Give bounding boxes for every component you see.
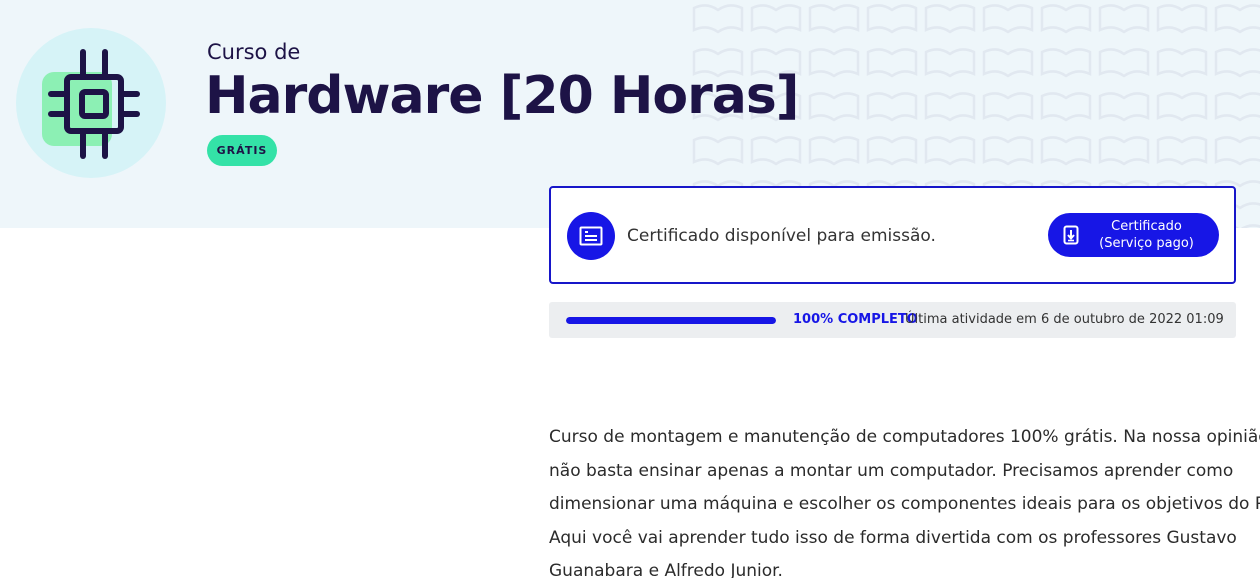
certificate-button[interactable]: Certificado (Serviço pago) xyxy=(1048,213,1219,257)
certificate-button-label: Certificado (Serviço pago) xyxy=(1086,218,1207,252)
description-line: Aqui você vai aprender tudo isso de form… xyxy=(549,527,1237,548)
course-icon-badge xyxy=(16,28,166,178)
progress-panel: 100% COMPLETO Última atividade em 6 de o… xyxy=(549,302,1236,338)
description-line: Guanabara e Alfredo Junior. xyxy=(549,561,783,578)
description-line: Curso de montagem e manutenção de comput… xyxy=(549,427,1260,447)
description-line: dimensionar uma máquina e escolher os co… xyxy=(549,494,1260,514)
last-activity: Última atividade em 6 de outubro de 2022… xyxy=(905,312,1224,327)
certificate-icon xyxy=(567,212,615,260)
download-icon xyxy=(1063,225,1079,250)
certificate-button-line2: (Serviço pago) xyxy=(1099,236,1194,251)
progress-percent: 100% COMPLETO xyxy=(793,312,918,327)
free-badge: GRÁTIS xyxy=(207,135,277,166)
page-title: Hardware [20 Horas] xyxy=(205,66,800,126)
description-line: não basta ensinar apenas a montar um com… xyxy=(549,460,1234,481)
course-prefix: Curso de xyxy=(207,40,301,64)
certificate-panel: Certificado disponível para emissão. Cer… xyxy=(549,186,1236,284)
chip-icon xyxy=(42,49,140,159)
certificate-button-line1: Certificado xyxy=(1111,219,1182,234)
certificate-message: Certificado disponível para emissão. xyxy=(627,226,936,246)
progress-bar-fill xyxy=(566,317,776,324)
course-description: Curso de montagem e manutenção de comput… xyxy=(549,421,1260,578)
progress-bar xyxy=(566,317,776,324)
